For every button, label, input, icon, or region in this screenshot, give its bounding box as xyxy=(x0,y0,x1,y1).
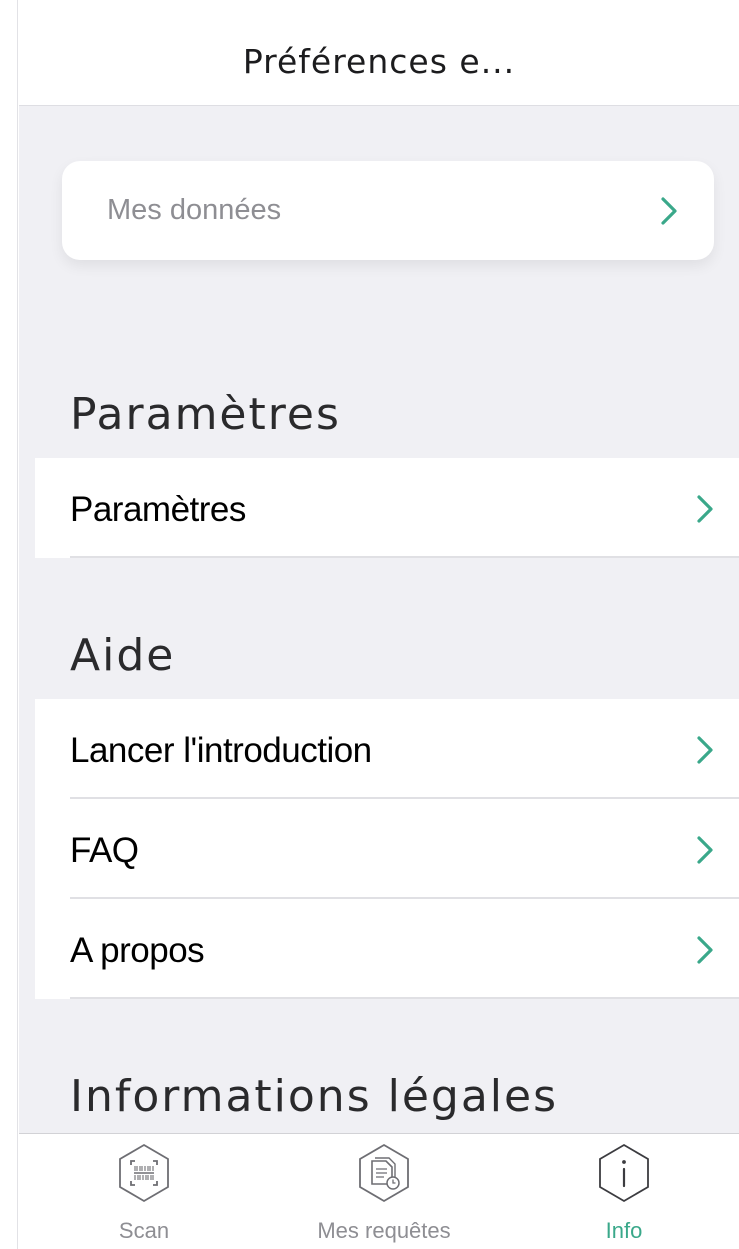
tab-my-requests[interactable]: Mes requêtes xyxy=(264,1134,504,1249)
row-divider xyxy=(70,997,739,999)
info-icon xyxy=(595,1142,653,1204)
section-title-help: Aide xyxy=(70,630,176,681)
about-row[interactable]: A propos xyxy=(35,899,739,999)
section-title-legal: Informations légales xyxy=(70,1071,559,1122)
settings-group: Paramètres xyxy=(35,458,739,558)
chevron-right-icon xyxy=(697,736,713,764)
tab-info[interactable]: Info xyxy=(504,1134,739,1249)
launch-intro-label: Lancer l'introduction xyxy=(70,731,372,770)
document-history-icon xyxy=(355,1142,413,1204)
barcode-scan-icon xyxy=(115,1142,173,1204)
chevron-right-icon xyxy=(697,495,713,523)
help-group: Lancer l'introduction FAQ A propos xyxy=(35,699,739,999)
settings-row-label: Paramètres xyxy=(70,490,246,529)
navigation-header: Préférences e... xyxy=(19,0,739,106)
chevron-right-icon xyxy=(661,197,677,225)
tab-scan[interactable]: Scan xyxy=(24,1134,264,1249)
settings-row[interactable]: Paramètres xyxy=(35,458,739,558)
chevron-right-icon xyxy=(697,936,713,964)
launch-intro-row[interactable]: Lancer l'introduction xyxy=(35,699,739,799)
about-label: A propos xyxy=(70,931,205,970)
tab-bar: Scan Mes requêtes Info xyxy=(19,1133,739,1249)
faq-row[interactable]: FAQ xyxy=(35,799,739,899)
chevron-right-icon xyxy=(697,836,713,864)
page-title: Préférences e... xyxy=(242,42,516,81)
faq-label: FAQ xyxy=(70,831,139,870)
app-screen: Préférences e... Mes données Paramètres … xyxy=(19,0,739,1249)
my-data-label: Mes données xyxy=(107,194,282,226)
tab-my-requests-label: Mes requêtes xyxy=(317,1218,451,1243)
tab-info-label: Info xyxy=(605,1218,643,1243)
window-left-edge xyxy=(0,0,18,1249)
my-data-card[interactable]: Mes données xyxy=(62,161,714,260)
tab-scan-label: Scan xyxy=(118,1218,170,1243)
row-divider xyxy=(70,556,739,558)
section-title-settings: Paramètres xyxy=(70,389,341,440)
